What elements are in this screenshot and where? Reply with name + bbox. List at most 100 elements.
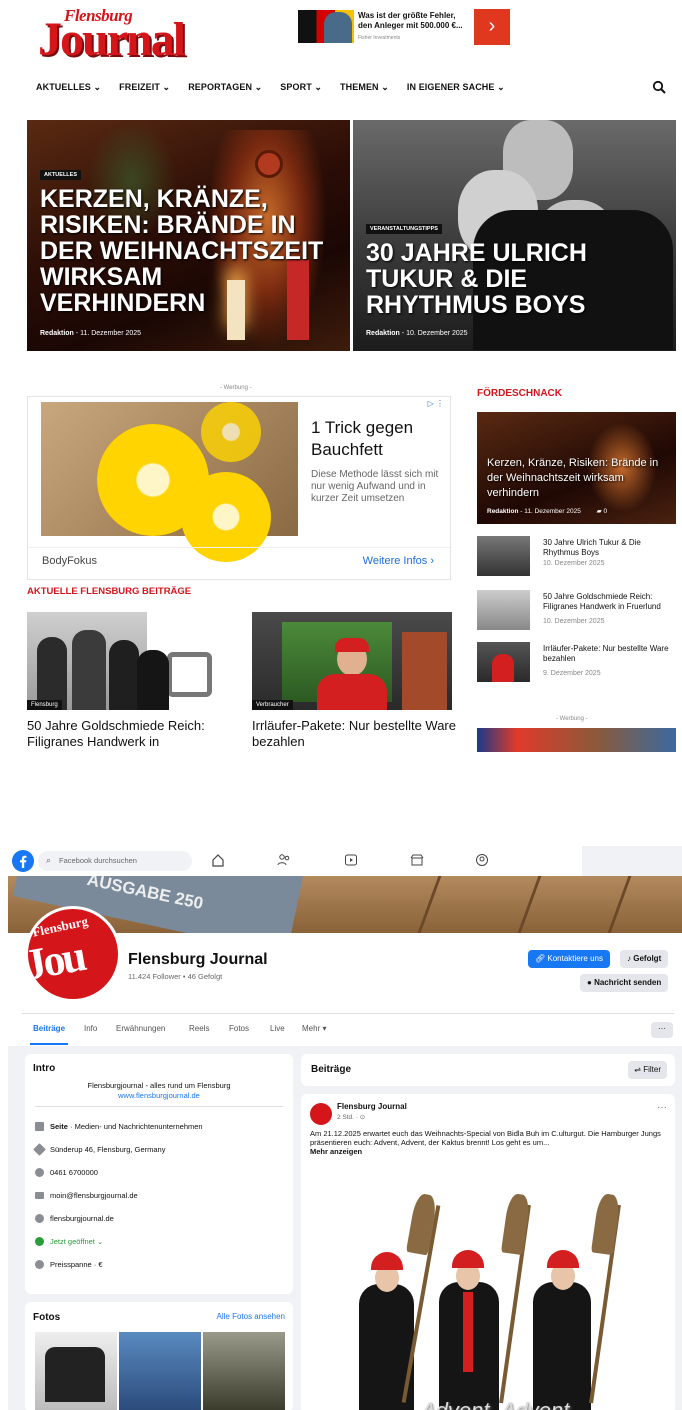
- tab-beitraege[interactable]: Beiträge: [33, 1024, 65, 1033]
- tab-erwaehnungen[interactable]: Erwähnungen: [116, 1024, 165, 1033]
- ad-image: [298, 10, 354, 43]
- card-1-title[interactable]: 50 Jahre Goldschmiede Reich: Filigranes …: [27, 718, 237, 750]
- post-text: Am 21.12.2025 erwartet euch das Weihnach…: [310, 1129, 661, 1147]
- nav-aktuelles[interactable]: AKTUELLES ⌄: [36, 82, 101, 96]
- post-options-icon[interactable]: ···: [657, 1102, 667, 1113]
- adchoices-icon[interactable]: ▷ ⋮: [428, 399, 444, 408]
- hero-article-2[interactable]: VERANSTALTUNGSTIPPS 30 Jahre Ulrich Tuku…: [353, 120, 676, 351]
- intro-hours[interactable]: Jetzt geöffnet ⌄: [50, 1237, 103, 1246]
- video-icon[interactable]: [344, 853, 358, 867]
- hero-1-author[interactable]: Redaktion: [40, 330, 74, 337]
- more-options-button[interactable]: ···: [651, 1022, 673, 1038]
- sidebar-item-3-date: 9. Dezember 2025: [543, 670, 601, 677]
- intro-row-address: Sünderup 46, Flensburg, Germany: [33, 1143, 165, 1156]
- sidebar-item-2-title[interactable]: 50 Jahre Goldschmiede Reich: Filigranes …: [543, 592, 677, 612]
- card-2-category[interactable]: Verbraucher: [252, 700, 293, 710]
- sidebar-item-3[interactable]: Irrläufer-Pakete: Nur bestellte Ware bez…: [477, 642, 677, 682]
- intro-title: Intro: [33, 1063, 56, 1074]
- all-photos-link[interactable]: Alle Fotos ansehen: [217, 1312, 286, 1321]
- fb-search[interactable]: ⌕ Facebook durchsuchen: [38, 851, 192, 871]
- sidebar-featured[interactable]: Kerzen, Kränze, Risiken: Brände in der W…: [477, 412, 676, 524]
- site-logo[interactable]: Flensburg Journal: [38, 6, 224, 66]
- hero-1-title[interactable]: Kerzen, Kränze, Risiken: Brände in der W…: [40, 186, 330, 316]
- fb-topbar: ⌕ Facebook durchsuchen: [8, 846, 582, 876]
- nav-reportagen[interactable]: REPORTAGEN ⌄: [188, 82, 262, 96]
- ad-source: Fisher Investments: [358, 35, 401, 41]
- search-icon[interactable]: [652, 80, 666, 94]
- groups-icon[interactable]: [475, 853, 489, 867]
- photo-thumb-2[interactable]: [119, 1332, 201, 1410]
- contact-label: Kontaktiere uns: [547, 954, 603, 963]
- ad-label: - Werbung -: [220, 385, 252, 391]
- native-ad[interactable]: ▷ ⋮ 1 Trick gegen Bauchfett Diese Method…: [27, 396, 451, 580]
- sidebar-item-3-title[interactable]: Irrläufer-Pakete: Nur bestellte Ware bez…: [543, 644, 677, 664]
- fb-search-input[interactable]: Facebook durchsuchen: [59, 856, 137, 865]
- sidebar-item-2[interactable]: 50 Jahre Goldschmiede Reich: Filigranes …: [477, 590, 677, 630]
- marketplace-icon[interactable]: [410, 853, 424, 867]
- post-time[interactable]: 2 Std. · ⊙: [337, 1113, 365, 1121]
- sidebar-item-3-thumb: [477, 642, 530, 682]
- post-more-link[interactable]: Mehr anzeigen: [310, 1147, 362, 1156]
- sidebar-item-1-title[interactable]: 30 Jahre Ulrich Tukur & Die Rhythmus Boy…: [543, 538, 677, 558]
- follow-button[interactable]: ♪ Gefolgt: [620, 950, 669, 968]
- contact-button[interactable]: 🔗︎ Kontaktiere uns: [528, 950, 610, 968]
- intro-price: Preisspanne · €: [50, 1260, 103, 1269]
- filter-button[interactable]: ⇌ Filter: [628, 1061, 667, 1079]
- ad-advertiser: BodyFokus: [42, 555, 98, 567]
- sidebar-featured-title[interactable]: Kerzen, Kränze, Risiken: Brände in der W…: [487, 456, 672, 501]
- facebook-logo-icon[interactable]: [12, 850, 34, 872]
- tab-info[interactable]: Info: [84, 1024, 97, 1033]
- hero-2-meta: Redaktion - 10. Dezember 2025: [366, 330, 468, 337]
- nav-themen[interactable]: THEMEN ⌄: [340, 82, 389, 96]
- intro-link[interactable]: www.flensburgjournal.de: [25, 1091, 293, 1100]
- ad-arrow-button[interactable]: ›: [474, 9, 510, 45]
- profile-picture[interactable]: Flensburg Jou: [25, 906, 121, 1002]
- hero-2-category[interactable]: VERANSTALTUNGSTIPPS: [366, 224, 442, 234]
- card-2-title[interactable]: Irrläufer-Pakete: Nur bestellte Ware bez…: [252, 718, 462, 750]
- nav-in-eigener-sache[interactable]: IN EIGENER SACHE ⌄: [407, 82, 505, 96]
- fotos-title: Fotos: [33, 1312, 61, 1323]
- ad-headline[interactable]: 1 Trick gegen Bauchfett: [311, 417, 441, 461]
- post-author[interactable]: Flensburg Journal: [337, 1102, 407, 1111]
- intro-website[interactable]: flensburgjournal.de: [50, 1214, 114, 1223]
- nav-sport[interactable]: SPORT ⌄: [280, 82, 322, 96]
- post-avatar[interactable]: [310, 1103, 332, 1125]
- photo-thumb-1[interactable]: [35, 1332, 117, 1410]
- page-name[interactable]: Flensburg Journal: [128, 951, 268, 969]
- intro-phone[interactable]: 0461 6700000: [50, 1168, 98, 1177]
- sidebar-featured-author[interactable]: Redaktion: [487, 508, 518, 515]
- hero-2-author[interactable]: Redaktion: [366, 330, 400, 337]
- fb-tabs: Beiträge Info Erwähnungen Reels Fotos Li…: [8, 1013, 682, 1046]
- tab-fotos[interactable]: Fotos: [229, 1024, 249, 1033]
- card-1-category[interactable]: Flensburg: [27, 700, 62, 710]
- sidebar-ad-label: - Werbung -: [556, 716, 588, 722]
- message-label: Nachricht senden: [594, 978, 662, 987]
- hero-article-1[interactable]: AKTUELLES Kerzen, Kränze, Risiken: Bränd…: [27, 120, 350, 351]
- sidebar-ad-image[interactable]: [477, 728, 676, 752]
- home-icon[interactable]: [211, 853, 225, 867]
- intro-row-hours[interactable]: Jetzt geöffnet ⌄: [35, 1237, 103, 1246]
- ad-text: Was ist der größte Fehler, den Anleger m…: [358, 11, 463, 30]
- tab-reels[interactable]: Reels: [189, 1024, 209, 1033]
- page-stats[interactable]: 11.424 Follower • 46 Gefolgt: [128, 972, 222, 981]
- hero-1-meta: Redaktion - 11. Dezember 2025: [40, 330, 141, 337]
- post-image[interactable]: Advent, Advent,: [301, 1164, 675, 1410]
- ad-cta[interactable]: Weitere Infos ›: [363, 555, 434, 567]
- intro-row-website: flensburgjournal.de: [35, 1214, 114, 1223]
- hero-1-category[interactable]: AKTUELLES: [40, 170, 81, 180]
- message-button[interactable]: ● Nachricht senden: [580, 974, 669, 992]
- friends-icon[interactable]: [277, 853, 291, 867]
- hero-2-title[interactable]: 30 Jahre Ulrich Tukur & die Rhythmus Boy…: [366, 240, 666, 318]
- intro-address[interactable]: Sünderup 46, Flensburg, Germany: [50, 1145, 165, 1154]
- card-2-image: [252, 612, 452, 710]
- tab-live[interactable]: Live: [270, 1024, 285, 1033]
- hero-1-date: - 11. Dezember 2025: [75, 330, 142, 337]
- tab-mehr[interactable]: Mehr ▾: [302, 1024, 326, 1033]
- intro-email[interactable]: moin@flensburgjournal.de: [50, 1191, 138, 1200]
- post-card: Flensburg Journal 2 Std. · ⊙ ··· Am 21.1…: [301, 1094, 675, 1410]
- photo-thumb-3[interactable]: [203, 1332, 285, 1410]
- nav-freizeit[interactable]: FREIZEIT ⌄: [119, 82, 170, 96]
- top-banner-ad[interactable]: Was ist der größte Fehler, den Anleger m…: [298, 9, 512, 45]
- posts-title: Beiträge: [311, 1064, 352, 1075]
- sidebar-item-1[interactable]: 30 Jahre Ulrich Tukur & Die Rhythmus Boy…: [477, 536, 677, 576]
